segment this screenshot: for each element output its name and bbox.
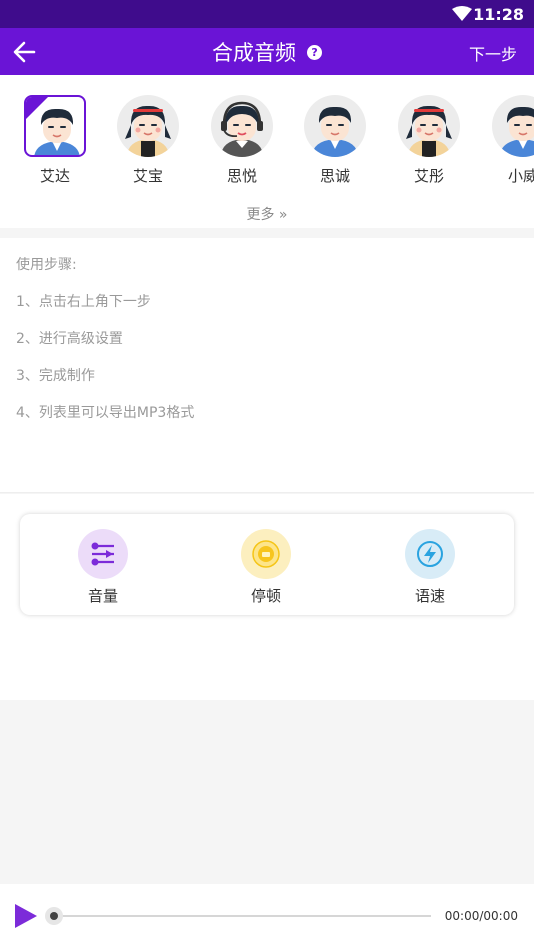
voice-name: 艾宝: [132, 167, 163, 185]
pause-tool[interactable]: 停顿: [211, 529, 321, 606]
step-item: 2、进行高级设置: [16, 331, 123, 347]
voice-name: 艾彤: [413, 167, 444, 185]
progress-thumb[interactable]: [45, 907, 63, 925]
avatar: [398, 95, 460, 157]
voice-item[interactable]: 艾宝: [115, 95, 181, 186]
volume-tool[interactable]: 音量: [48, 529, 158, 606]
wifi-icon: [452, 6, 472, 21]
pause-label: 停顿: [250, 587, 281, 605]
step-item: 1、点击右上角下一步: [16, 294, 151, 310]
step-item: 4、列表里可以导出MP3格式: [16, 405, 195, 421]
status-bar: 11:28: [0, 0, 534, 28]
progress-track[interactable]: [54, 915, 431, 917]
selected-check-icon: ✓: [26, 97, 48, 131]
volume-icon-circle: [78, 529, 128, 579]
voice-item[interactable]: ✓ 艾达: [22, 95, 88, 186]
sliders-icon: [91, 542, 114, 566]
help-icon[interactable]: ?: [307, 44, 323, 60]
avatar: [211, 95, 273, 157]
pause-icon-circle: [241, 529, 291, 579]
pause-icon: [252, 540, 280, 568]
next-step-button[interactable]: 下一步: [469, 41, 517, 65]
voice-selector: ✓ 艾达 艾宝 思悦 思诚 艾彤 小威 更多 »: [0, 75, 534, 228]
status-time: 11:28: [473, 5, 524, 24]
more-voices-link[interactable]: 更多 »: [0, 204, 534, 224]
page-title: 合成音频: [211, 41, 296, 65]
voice-name: 思悦: [226, 167, 257, 185]
avatar: ✓: [24, 95, 86, 157]
speed-label: 语速: [414, 587, 445, 605]
tools-card: 音量 停顿 语速: [20, 514, 514, 615]
audio-player: 00:00/00:00: [0, 884, 534, 949]
voice-name: 艾达: [39, 167, 70, 185]
volume-label: 音量: [87, 587, 118, 605]
speed-tool[interactable]: 语速: [375, 529, 485, 606]
avatar: [117, 95, 179, 157]
voice-name: 思诚: [319, 167, 350, 185]
avatar: [304, 95, 366, 157]
lightning-icon: [417, 541, 443, 567]
voice-item[interactable]: 艾彤: [396, 95, 462, 186]
avatar: [492, 95, 534, 157]
voice-item[interactable]: 思诚: [302, 95, 368, 186]
play-icon[interactable]: [15, 904, 37, 928]
steps-heading: 使用步骤:: [16, 257, 77, 273]
step-item: 3、完成制作: [16, 368, 95, 384]
app-bar: 合成音频 ? 下一步: [0, 28, 534, 75]
speed-icon-circle: [405, 529, 455, 579]
title-area: 合成音频 ?: [0, 37, 534, 67]
voice-item[interactable]: 小威: [490, 95, 534, 186]
tools-section: 音量 停顿 语速: [0, 494, 534, 700]
usage-steps: 使用步骤: 1、点击右上角下一步 2、进行高级设置 3、完成制作 4、列表里可以…: [0, 238, 534, 493]
playback-time: 00:00/00:00: [444, 909, 518, 923]
voice-item[interactable]: 思悦: [209, 95, 275, 186]
voice-name: 小威: [507, 167, 534, 185]
